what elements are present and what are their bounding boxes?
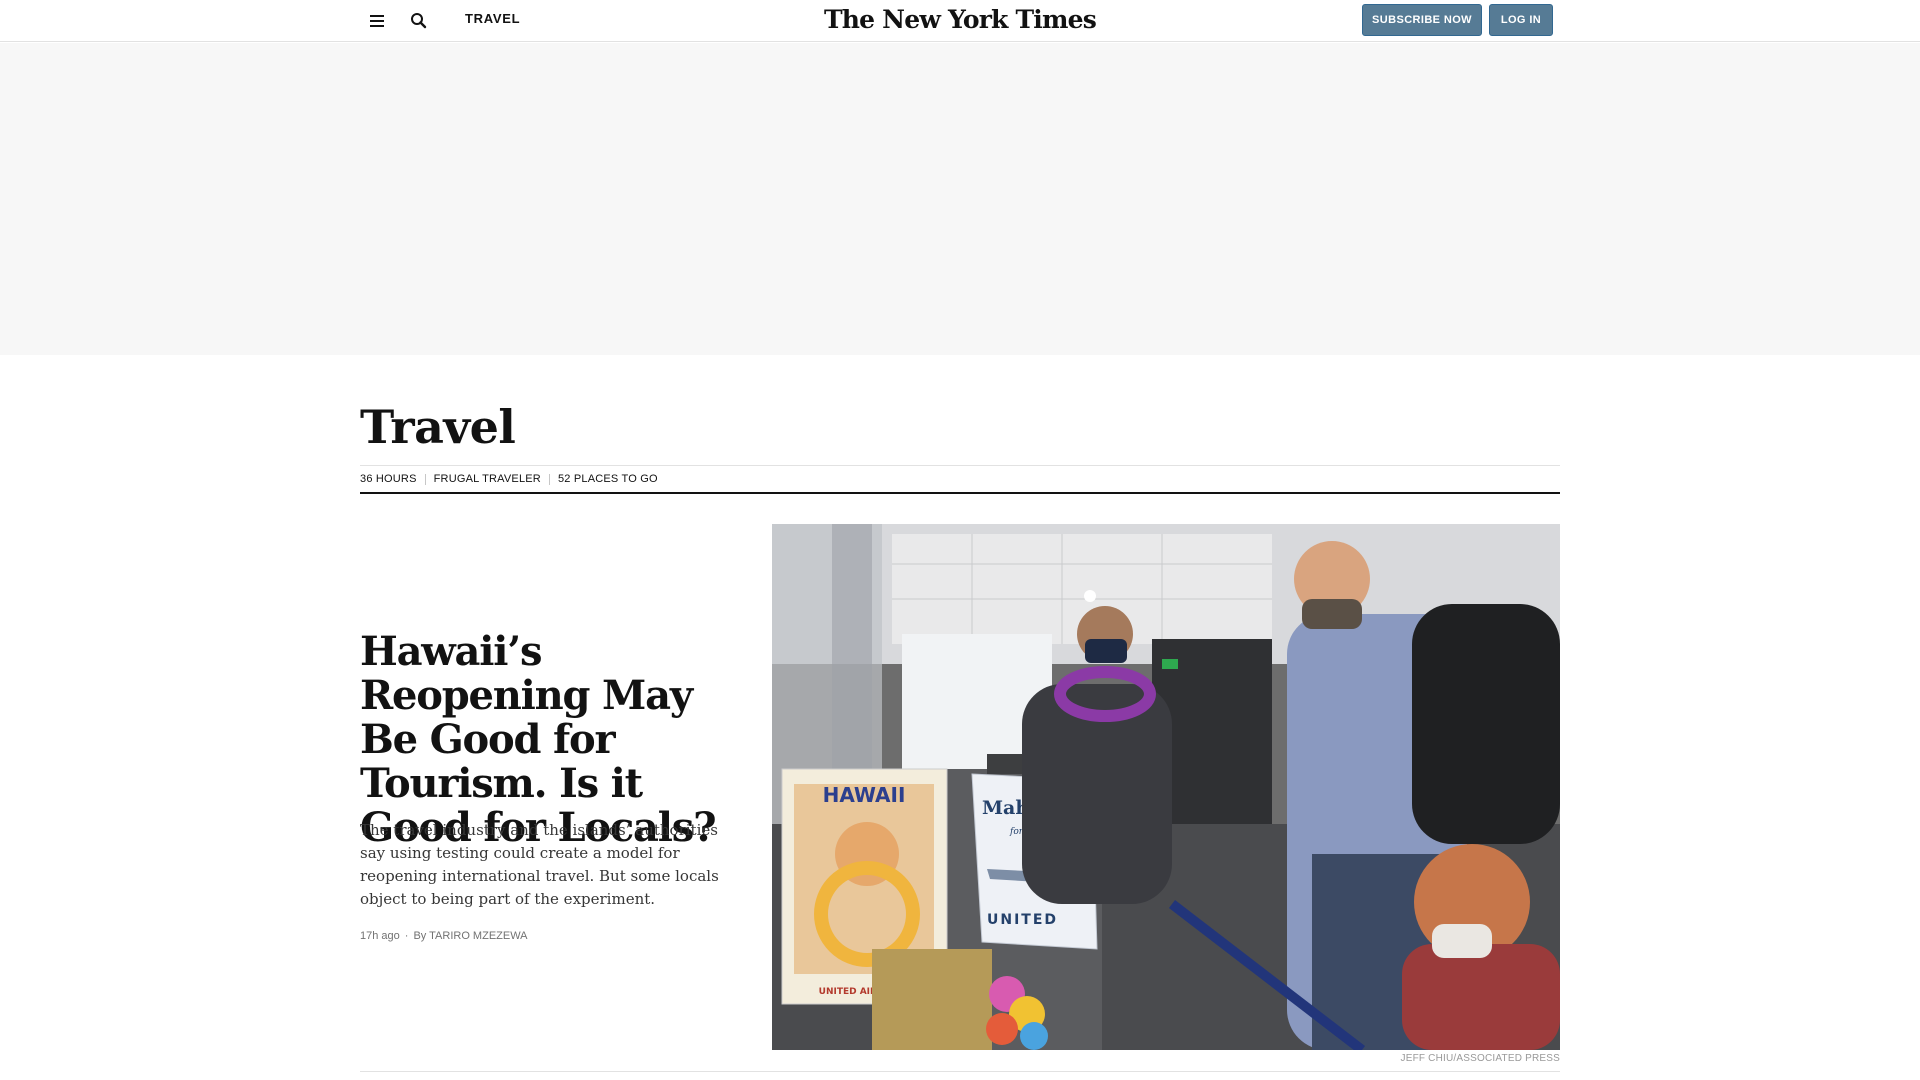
masthead-logo: The New York Times <box>0 5 1920 34</box>
page-title: Travel <box>360 400 516 454</box>
hawaii-poster-title: HAWAII <box>823 783 906 807</box>
author-link[interactable]: TARIRO MZEZEWA <box>429 930 527 942</box>
lead-story-headline[interactable]: Hawaii’s Reopening May Be Good for Touri… <box>360 630 745 850</box>
divider <box>360 465 1560 466</box>
subnav-item-52-places[interactable]: 52 PLACES TO GO <box>558 473 658 485</box>
search-icon[interactable] <box>408 10 430 32</box>
timestamp: 17h ago <box>360 930 400 942</box>
top-nav-bar: TRAVEL The New York Times SUBSCRIBE NOW … <box>0 0 1920 42</box>
divider <box>424 473 426 485</box>
ad-banner-area <box>0 43 1920 355</box>
byline-prefix: By <box>413 930 427 942</box>
section-label-link[interactable]: TRAVEL <box>465 11 520 26</box>
divider <box>360 492 1560 494</box>
airport-gate-photo: HAWAII UNITED AIR LINES Mahalo for flyin… <box>772 524 1560 1050</box>
divider <box>548 473 550 485</box>
masthead-link[interactable]: The New York Times <box>824 5 1097 34</box>
lead-story-summary: The travel industry and the islands’ aut… <box>360 821 719 908</box>
divider <box>360 1071 1560 1072</box>
subscribe-button[interactable]: SUBSCRIBE NOW <box>1362 4 1482 36</box>
subnav-item-36-hours[interactable]: 36 HOURS <box>360 473 417 485</box>
photo-credit: JEFF CHIU/ASSOCIATED PRESS <box>1400 1053 1560 1064</box>
mahalo-poster-brand: UNITED <box>987 912 1058 928</box>
hamburger-menu-icon[interactable] <box>366 10 388 32</box>
subnav-item-frugal-traveler[interactable]: FRUGAL TRAVELER <box>434 473 541 485</box>
lead-story-photo[interactable]: HAWAII UNITED AIR LINES Mahalo for flyin… <box>772 524 1560 1050</box>
section-subnav: 36 HOURS FRUGAL TRAVELER 52 PLACES TO GO <box>360 472 658 486</box>
login-button[interactable]: LOG IN <box>1489 4 1553 36</box>
lead-story-byline: 17h ago · By TARIRO MZEZEWA <box>360 930 528 942</box>
